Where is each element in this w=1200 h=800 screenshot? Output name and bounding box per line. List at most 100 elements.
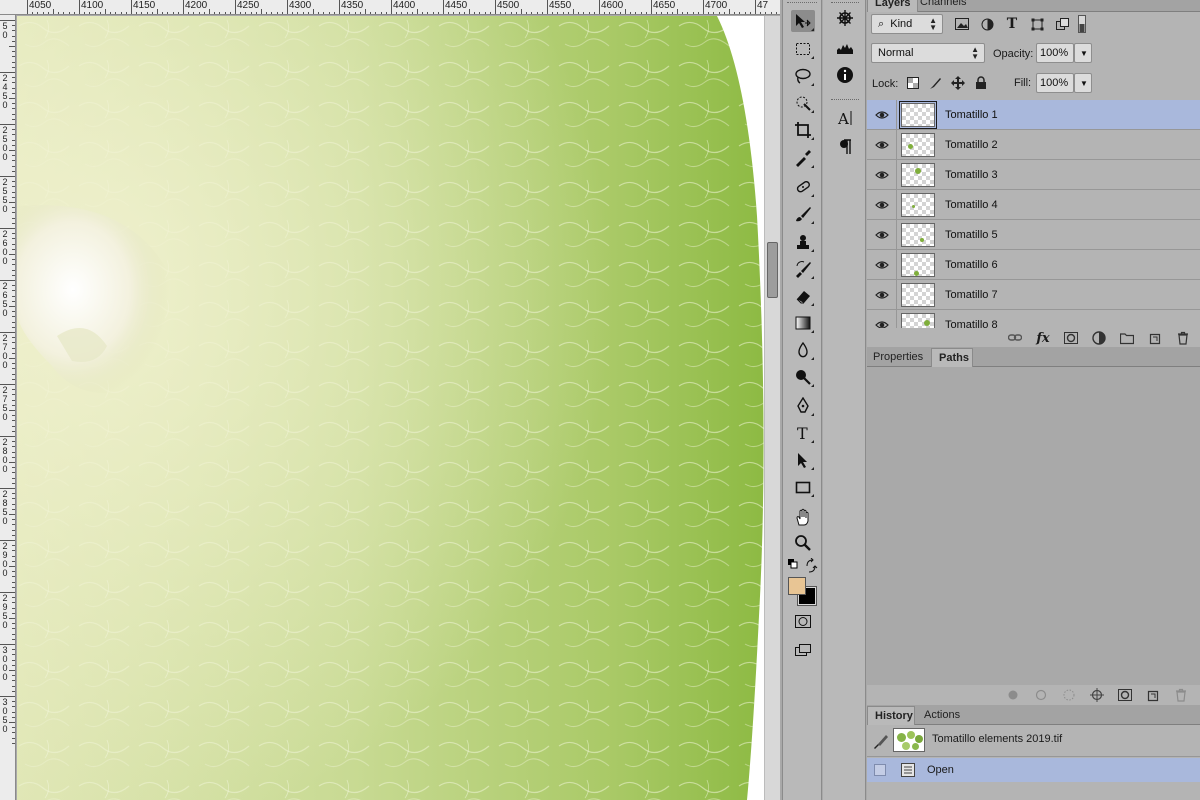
- layer-visibility-toggle[interactable]: [867, 220, 897, 250]
- layer-row[interactable]: Tomatillo 7: [867, 280, 1200, 310]
- delete-layer-trash-icon[interactable]: [1169, 331, 1197, 345]
- opacity-field[interactable]: 100%: [1036, 43, 1074, 63]
- lasso-tool[interactable]: [791, 65, 815, 87]
- layer-thumbnail[interactable]: [901, 223, 935, 247]
- layers-list[interactable]: Tomatillo 1 Tomatillo 2 Tomatillo 3 Tomatil…: [867, 100, 1200, 328]
- new-layer-icon[interactable]: [1141, 331, 1169, 345]
- panel-grip[interactable]: [787, 2, 817, 5]
- swap-colors-icon[interactable]: [805, 557, 823, 576]
- layer-visibility-toggle[interactable]: [867, 280, 897, 310]
- delete-path-trash-icon[interactable]: [1167, 688, 1195, 702]
- new-path-icon[interactable]: [1139, 688, 1167, 702]
- marquee-tool[interactable]: [791, 38, 815, 60]
- shape-layer-filter-icon[interactable]: [1028, 16, 1046, 32]
- new-adjustment-layer-icon[interactable]: [1085, 331, 1113, 345]
- layer-row[interactable]: Tomatillo 8: [867, 310, 1200, 328]
- add-mask-icon[interactable]: [1057, 331, 1085, 345]
- fill-field[interactable]: 100%: [1036, 73, 1074, 93]
- add-mask-icon[interactable]: [1111, 688, 1139, 702]
- hand-tool[interactable]: [791, 506, 815, 528]
- quick-selection-tool[interactable]: [791, 92, 815, 114]
- layer-row[interactable]: Tomatillo 3: [867, 160, 1200, 190]
- layer-visibility-toggle[interactable]: [867, 250, 897, 280]
- info-icon[interactable]: [833, 64, 857, 86]
- layer-row[interactable]: Tomatillo 1: [867, 100, 1200, 130]
- type-tool[interactable]: T: [791, 422, 815, 444]
- histogram-icon[interactable]: [833, 36, 857, 58]
- eyedropper-tool[interactable]: [791, 147, 815, 169]
- layer-row[interactable]: Tomatillo 5: [867, 220, 1200, 250]
- layer-thumbnail[interactable]: [901, 133, 935, 157]
- tab-history[interactable]: History: [867, 706, 915, 725]
- brush-tool[interactable]: [791, 203, 815, 225]
- zoom-tool[interactable]: [791, 532, 815, 554]
- layer-thumbnail[interactable]: [901, 193, 935, 217]
- link-layers-icon[interactable]: [1001, 331, 1029, 345]
- dodge-tool[interactable]: [791, 366, 815, 388]
- history-list[interactable]: Tomatillo elements 2019.tif Open: [867, 725, 1200, 800]
- paths-panel-body[interactable]: [867, 367, 1200, 685]
- layer-visibility-toggle[interactable]: [867, 310, 897, 328]
- filter-kind-select[interactable]: ⌕ Kind ▲ ▼: [871, 14, 943, 34]
- crop-tool[interactable]: [791, 119, 815, 141]
- layer-thumbnail[interactable]: [901, 283, 935, 307]
- layer-row[interactable]: Tomatillo 6: [867, 250, 1200, 280]
- blur-tool[interactable]: [791, 339, 815, 361]
- smart-object-filter-icon[interactable]: [1053, 16, 1071, 32]
- quick-mask-icon[interactable]: [794, 613, 812, 631]
- move-tool[interactable]: [791, 10, 815, 32]
- adjustment-layer-filter-icon[interactable]: [978, 16, 996, 32]
- layer-thumbnail[interactable]: [901, 163, 935, 187]
- load-path-as-selection-icon[interactable]: [1055, 688, 1083, 702]
- pixel-layer-filter-icon[interactable]: [953, 16, 971, 32]
- layer-visibility-toggle[interactable]: [867, 100, 897, 130]
- fill-path-icon[interactable]: [999, 688, 1027, 702]
- lock-image-pixels-icon[interactable]: [926, 75, 944, 91]
- tab-actions[interactable]: Actions: [917, 706, 967, 725]
- navigator-icon[interactable]: [833, 7, 857, 29]
- vertical-scrollbar[interactable]: [764, 16, 780, 800]
- lock-all-icon[interactable]: [972, 75, 990, 91]
- fill-dropdown-button[interactable]: ▼: [1074, 73, 1092, 93]
- layer-style-fx-icon[interactable]: fx: [1029, 331, 1057, 346]
- layer-thumbnail[interactable]: [899, 101, 937, 129]
- layer-visibility-toggle[interactable]: [867, 130, 897, 160]
- history-snapshot-row[interactable]: Tomatillo elements 2019.tif: [867, 725, 1200, 757]
- history-brush-source-icon[interactable]: [873, 733, 889, 752]
- foreground-color-swatch[interactable]: [788, 577, 806, 595]
- healing-brush-tool[interactable]: [791, 176, 815, 198]
- tab-layers[interactable]: Layers: [867, 0, 919, 12]
- character-icon[interactable]: A: [833, 107, 857, 129]
- layer-row[interactable]: Tomatillo 2: [867, 130, 1200, 160]
- lock-position-icon[interactable]: [949, 75, 967, 91]
- make-work-path-icon[interactable]: [1083, 688, 1111, 702]
- gradient-tool[interactable]: [791, 312, 815, 334]
- document-canvas[interactable]: [17, 16, 764, 800]
- paragraph-icon[interactable]: [833, 136, 857, 158]
- history-brush-tool[interactable]: [791, 258, 815, 280]
- lock-transparent-pixels-icon[interactable]: [904, 75, 922, 91]
- default-colors-icon[interactable]: [787, 558, 805, 576]
- opacity-dropdown-button[interactable]: ▼: [1074, 43, 1092, 63]
- layer-row[interactable]: Tomatillo 4: [867, 190, 1200, 220]
- layer-thumbnail[interactable]: [901, 253, 935, 277]
- history-step-row[interactable]: Open: [867, 758, 1200, 782]
- tab-channels[interactable]: Channels: [913, 0, 973, 12]
- layer-visibility-toggle[interactable]: [867, 160, 897, 190]
- history-source-checkbox[interactable]: [874, 764, 886, 776]
- stroke-path-icon[interactable]: [1027, 688, 1055, 702]
- eraser-tool[interactable]: [791, 285, 815, 307]
- layer-thumbnail[interactable]: [901, 313, 935, 328]
- tab-paths[interactable]: Paths: [931, 348, 973, 367]
- filter-toggle-icon[interactable]: [1077, 15, 1087, 33]
- screen-mode-icon[interactable]: [794, 642, 812, 660]
- blend-mode-select[interactable]: Normal ▲ ▼: [871, 43, 985, 63]
- scrollbar-thumb[interactable]: [767, 242, 778, 298]
- rectangle-tool[interactable]: [791, 476, 815, 498]
- tab-properties[interactable]: Properties: [867, 348, 930, 367]
- clone-stamp-tool[interactable]: [791, 231, 815, 253]
- layer-visibility-toggle[interactable]: [867, 190, 897, 220]
- new-group-folder-icon[interactable]: [1113, 331, 1141, 345]
- path-selection-tool[interactable]: [791, 449, 815, 471]
- pen-tool[interactable]: [791, 395, 815, 417]
